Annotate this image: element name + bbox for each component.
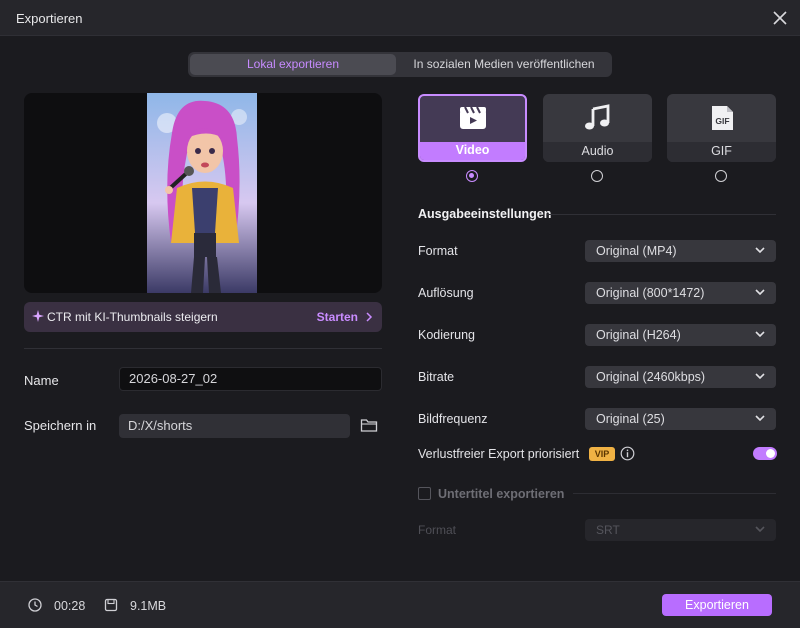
encoding-dropdown[interactable]: Original (H264) bbox=[585, 324, 776, 346]
format-label: Format bbox=[418, 244, 458, 258]
chevron-down-icon bbox=[755, 289, 765, 296]
format-tile-audio[interactable]: Audio bbox=[543, 94, 652, 162]
export-mode-tabs: Lokal exportieren In sozialen Medien ver… bbox=[188, 52, 612, 77]
music-note-icon bbox=[585, 104, 610, 130]
gif-icon: GIF bbox=[712, 106, 733, 130]
start-button[interactable]: Starten bbox=[317, 310, 358, 324]
framerate-label: Bildfrequenz bbox=[418, 412, 488, 426]
vip-badge: VIP bbox=[589, 447, 615, 461]
lossless-toggle[interactable] bbox=[753, 447, 777, 460]
save-location-label: Speichern in bbox=[24, 418, 97, 433]
chevron-down-icon bbox=[755, 526, 765, 533]
divider bbox=[24, 348, 382, 349]
file-size-icon bbox=[104, 598, 118, 612]
name-label: Name bbox=[24, 373, 59, 388]
output-settings-heading: Ausgabeeinstellungen bbox=[418, 207, 552, 221]
video-clapper-icon bbox=[460, 106, 486, 129]
tab-local-export[interactable]: Lokal exportieren bbox=[190, 54, 396, 75]
subtitle-export-label: Untertitel exportieren bbox=[438, 487, 565, 501]
export-button[interactable]: Exportieren bbox=[662, 594, 772, 616]
footer-bar: 00:28 9.1MB Exportieren bbox=[0, 581, 800, 628]
format-label-audio: Audio bbox=[543, 142, 652, 162]
preview-thumbnail bbox=[147, 93, 257, 293]
framerate-value: Original (25) bbox=[596, 412, 665, 426]
radio-gif[interactable] bbox=[715, 170, 727, 182]
ctr-thumbnail-banner[interactable]: CTR mit KI-Thumbnails steigern Starten bbox=[24, 302, 382, 332]
format-label-gif: GIF bbox=[667, 142, 776, 162]
lossless-export-label: Verlustfreier Export priorisiert bbox=[418, 447, 580, 461]
chevron-down-icon bbox=[755, 373, 765, 380]
radio-audio[interactable] bbox=[591, 170, 603, 182]
radio-video[interactable] bbox=[466, 170, 478, 182]
folder-icon[interactable] bbox=[360, 417, 378, 433]
name-input[interactable]: 2026-08-27_02 bbox=[119, 367, 382, 391]
chevron-right-icon bbox=[366, 312, 373, 322]
format-label-video: Video bbox=[420, 142, 525, 160]
bitrate-label: Bitrate bbox=[418, 370, 455, 384]
resolution-dropdown[interactable]: Original (800*1472) bbox=[585, 282, 776, 304]
subtitle-format-value: SRT bbox=[596, 523, 620, 537]
info-icon[interactable] bbox=[620, 446, 635, 461]
framerate-dropdown[interactable]: Original (25) bbox=[585, 408, 776, 430]
duration-text: 00:28 bbox=[54, 599, 86, 613]
subtitle-format-label: Format bbox=[418, 523, 457, 537]
subtitle-checkbox[interactable] bbox=[418, 487, 431, 500]
window-title: Exportieren bbox=[16, 11, 83, 26]
tab-social-publish[interactable]: In sozialen Medien veröffentlichen bbox=[398, 54, 610, 75]
format-value: Original (MP4) bbox=[596, 244, 677, 258]
video-preview bbox=[24, 93, 382, 293]
section-divider bbox=[547, 214, 776, 215]
format-tile-gif[interactable]: GIF GIF bbox=[667, 94, 776, 162]
chevron-down-icon bbox=[755, 331, 765, 338]
bitrate-dropdown[interactable]: Original (2460kbps) bbox=[585, 366, 776, 388]
encoding-label: Kodierung bbox=[418, 328, 475, 342]
sparkle-icon bbox=[32, 310, 44, 322]
encoding-value: Original (H264) bbox=[596, 328, 681, 342]
save-path-input[interactable]: D:/X/shorts bbox=[119, 414, 350, 438]
chevron-down-icon bbox=[755, 415, 765, 422]
chevron-down-icon bbox=[755, 247, 765, 254]
resolution-value: Original (800*1472) bbox=[596, 286, 705, 300]
format-dropdown[interactable]: Original (MP4) bbox=[585, 240, 776, 262]
close-icon[interactable] bbox=[770, 8, 790, 28]
ctr-banner-text: CTR mit KI-Thumbnails steigern bbox=[47, 310, 218, 324]
bitrate-value: Original (2460kbps) bbox=[596, 370, 706, 384]
svg-text:GIF: GIF bbox=[715, 116, 729, 126]
file-size-text: 9.1MB bbox=[130, 599, 167, 613]
subtitle-divider bbox=[573, 493, 776, 494]
clock-icon bbox=[28, 598, 42, 612]
subtitle-format-dropdown[interactable]: SRT bbox=[585, 519, 776, 541]
resolution-label: Auflösung bbox=[418, 286, 474, 300]
format-tile-video[interactable]: Video bbox=[418, 94, 527, 162]
title-bar: Exportieren bbox=[0, 0, 800, 36]
